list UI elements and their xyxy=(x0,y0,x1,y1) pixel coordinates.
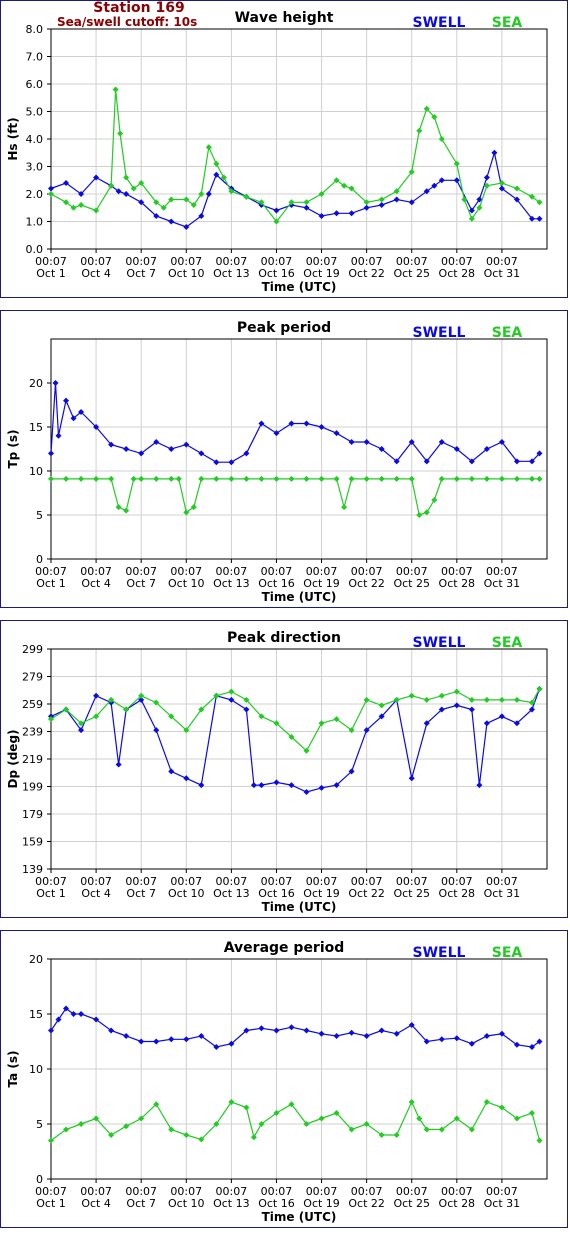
x-tick-date: Oct 22 xyxy=(348,1197,385,1210)
y-tick-label: 1.0 xyxy=(26,216,44,229)
x-tick-date: Oct 13 xyxy=(213,1197,250,1210)
x-tick-date: Oct 7 xyxy=(126,887,156,900)
y-tick-label: 199 xyxy=(22,781,43,794)
x-tick-date: Oct 1 xyxy=(36,1197,66,1210)
y-tick-label: 20 xyxy=(29,953,43,966)
y-tick-label: 5 xyxy=(36,1118,43,1131)
x-axis-label: Time (UTC) xyxy=(262,590,337,604)
x-tick-date: Oct 19 xyxy=(303,1197,340,1210)
y-tick-label: 20 xyxy=(29,377,43,390)
y-tick-label: 219 xyxy=(22,753,43,766)
y-tick-label: 159 xyxy=(22,836,43,849)
x-tick-date: Oct 25 xyxy=(393,887,430,900)
x-tick-date: Oct 13 xyxy=(213,267,250,280)
y-tick-label: 259 xyxy=(22,698,43,711)
x-tick-date: Oct 7 xyxy=(126,267,156,280)
x-tick-date: Oct 31 xyxy=(484,1197,521,1210)
x-tick-date: Oct 4 xyxy=(81,267,111,280)
y-tick-label: 10 xyxy=(29,1063,43,1076)
x-tick-date: Oct 4 xyxy=(81,887,111,900)
y-tick-label: 299 xyxy=(22,643,43,656)
y-tick-label: 5.0 xyxy=(26,106,44,119)
x-tick-date: Oct 13 xyxy=(213,577,250,590)
x-tick-date: Oct 31 xyxy=(484,887,521,900)
x-tick-date: Oct 10 xyxy=(168,887,205,900)
x-tick-date: Oct 13 xyxy=(213,887,250,900)
x-tick-date: Oct 16 xyxy=(258,887,295,900)
y-tick-label: 15 xyxy=(29,421,43,434)
x-axis-label: Time (UTC) xyxy=(262,900,337,914)
cutoff-label: Sea/swell cutoff: 10s xyxy=(57,15,198,29)
y-axis-label: Tp (s) xyxy=(6,429,20,468)
y-tick-label: 8.0 xyxy=(26,23,44,36)
x-axis-label: Time (UTC) xyxy=(262,280,337,294)
x-tick-date: Oct 16 xyxy=(258,267,295,280)
x-axis-label: Time (UTC) xyxy=(262,1210,337,1224)
y-tick-label: 5 xyxy=(36,509,43,522)
x-tick-date: Oct 4 xyxy=(81,1197,111,1210)
x-tick-date: Oct 10 xyxy=(168,577,205,590)
chart-title: Average period xyxy=(224,940,345,956)
x-tick-date: Oct 10 xyxy=(168,1197,205,1210)
y-axis-label: Ta (s) xyxy=(6,1050,20,1087)
average-period-chart: Average period SWELL SEA0510152000:07Oct 1… xyxy=(6,940,548,1224)
y-tick-label: 10 xyxy=(29,465,43,478)
y-axis-label: Hs (ft) xyxy=(6,117,20,160)
chart-title: Peak direction xyxy=(227,630,341,646)
y-tick-label: 7.0 xyxy=(26,51,44,64)
x-tick-date: Oct 25 xyxy=(393,1197,430,1210)
y-tick-label: 3.0 xyxy=(26,161,44,174)
x-tick-date: Oct 1 xyxy=(36,577,66,590)
x-tick-date: Oct 25 xyxy=(393,577,430,590)
x-tick-date: Oct 22 xyxy=(348,267,385,280)
peak-direction-panel: Peak direction SWELL SEA 139 159 179 199 219 239… xyxy=(0,620,568,918)
x-tick-date: Oct 28 xyxy=(439,267,476,280)
x-tick-date: Oct 4 xyxy=(81,577,111,590)
wave-height-chart: Wave height SWELL SEA0.01.02.03.04.05.06.0… xyxy=(6,10,548,294)
x-tick-date: Oct 10 xyxy=(168,267,205,280)
chart-title: Wave height xyxy=(235,10,334,26)
x-tick-date: Oct 31 xyxy=(484,577,521,590)
x-tick-date: Oct 28 xyxy=(439,577,476,590)
x-tick-date: Oct 7 xyxy=(126,577,156,590)
y-tick-label: 179 xyxy=(22,808,43,821)
chart-title: Peak period xyxy=(237,320,331,336)
station-title: Station 169 xyxy=(93,0,185,16)
x-tick-date: Oct 19 xyxy=(303,887,340,900)
y-tick-label: 15 xyxy=(29,1008,43,1021)
x-tick-date: Oct 19 xyxy=(303,267,340,280)
x-tick-date: Oct 1 xyxy=(36,267,66,280)
x-tick-date: Oct 22 xyxy=(348,887,385,900)
x-tick-date: Oct 22 xyxy=(348,577,385,590)
y-tick-label: 6.0 xyxy=(26,78,44,91)
x-tick-date: Oct 7 xyxy=(126,1197,156,1210)
wave-height-panel: Wave height SWELL SEA 0.0 1.0 2.0 3.0 4.0 5.0 6.0… xyxy=(0,0,568,298)
x-tick-date: Oct 16 xyxy=(258,1197,295,1210)
y-axis-label: Dp (deg) xyxy=(6,729,20,788)
x-tick-date: Oct 19 xyxy=(303,577,340,590)
x-tick-date: Oct 28 xyxy=(439,1197,476,1210)
x-tick-date: Oct 25 xyxy=(393,267,430,280)
y-tick-label: 239 xyxy=(22,726,43,739)
average-period-panel: Average period SWELL SEA 0 5 10 15 20 00:07 Oct 1… xyxy=(0,930,568,1228)
y-tick-label: 4.0 xyxy=(26,133,44,146)
x-tick-date: Oct 31 xyxy=(484,267,521,280)
peak-period-chart: Peak period SWELL SEA0510152000:07Oct 100:… xyxy=(6,320,548,604)
x-tick-date: Oct 28 xyxy=(439,887,476,900)
y-tick-label: 279 xyxy=(22,671,43,684)
peak-direction-chart: Peak direction SWELL SEA139159179199219239… xyxy=(6,630,548,914)
x-tick-date: Oct 16 xyxy=(258,577,295,590)
peak-period-panel: Peak period SWELL SEA 0 5 10 15 20 00:07 Oct 1 00:… xyxy=(0,310,568,608)
x-tick-date: Oct 1 xyxy=(36,887,66,900)
y-tick-label: 2.0 xyxy=(26,188,44,201)
